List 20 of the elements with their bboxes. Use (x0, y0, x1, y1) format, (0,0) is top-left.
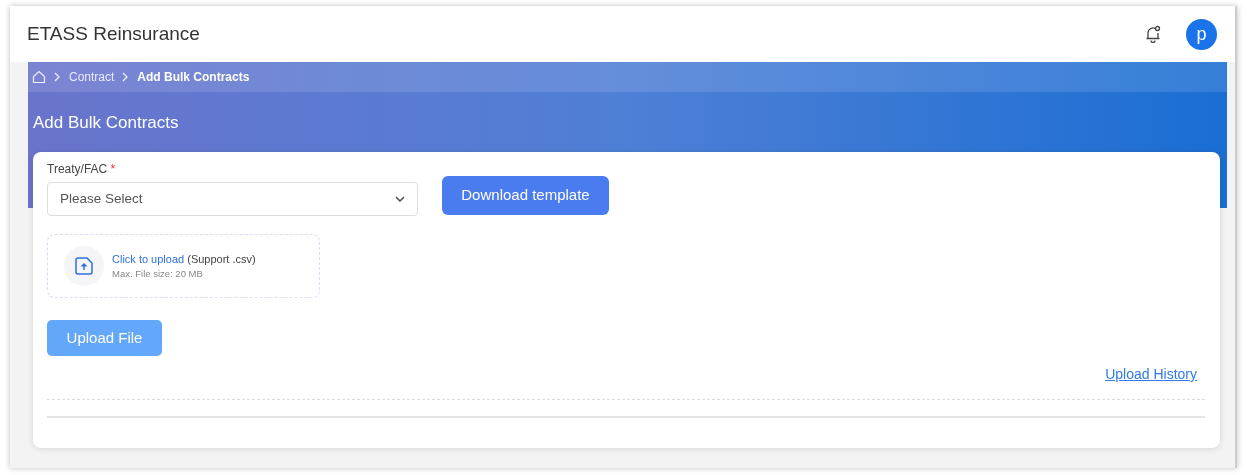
file-size-limit: Max. File size: 20 MB (112, 267, 204, 282)
upload-history-link[interactable]: Upload History (1105, 364, 1197, 385)
upload-icon (64, 246, 104, 286)
notification-bell-icon[interactable] (1144, 25, 1162, 43)
required-mark: * (110, 162, 116, 176)
user-avatar[interactable]: p (1186, 18, 1217, 50)
breadcrumb-link[interactable]: Contract (69, 68, 115, 86)
field-label: Treaty/FAC * (47, 161, 117, 178)
chevron-right-icon (122, 72, 130, 82)
click-to-upload-link[interactable]: Click to upload (112, 252, 185, 265)
chevron-down-icon (395, 196, 405, 202)
upload-dropzone[interactable]: Click to upload (Support .csv) Max. File size: 20 MB (47, 234, 320, 298)
home-icon[interactable] (32, 70, 46, 84)
treaty-select[interactable]: Please Select (47, 182, 418, 216)
support-note: (Support .csv) (187, 252, 256, 265)
chevron-right-icon (54, 72, 61, 82)
download-template-button[interactable]: Download template (442, 176, 609, 215)
page-title: Add Bulk Contracts (32, 112, 180, 134)
app-title: ETASS Reinsurance (27, 21, 200, 46)
breadcrumb-current: Add Bulk Contracts (137, 69, 250, 86)
